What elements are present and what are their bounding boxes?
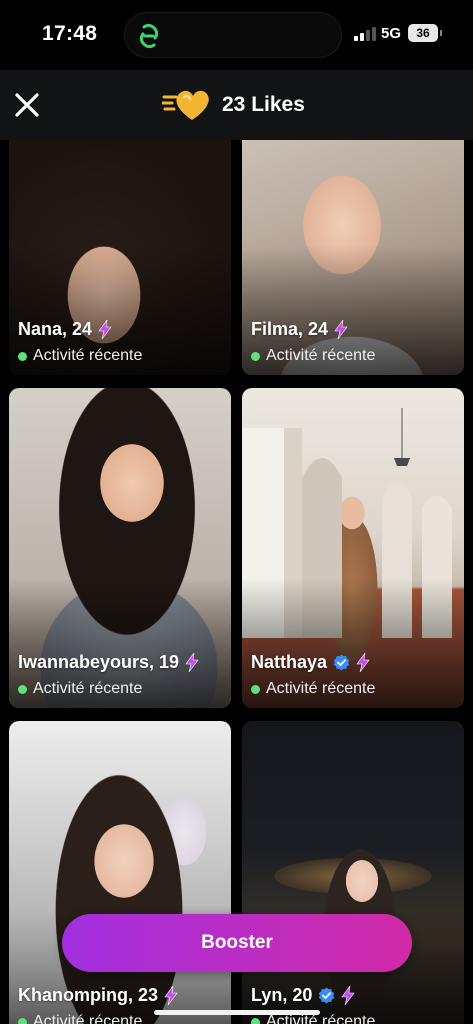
verified-badge-icon [333,654,350,671]
booster-button[interactable]: Booster [62,914,412,972]
profile-name: Natthaya [251,652,328,672]
profile-name: Khanomping, 23 [18,985,159,1005]
activity-status: Activité récente [33,680,143,697]
online-dot-icon [18,351,27,361]
lightning-icon [185,653,199,672]
network-label: 5G [381,25,402,42]
battery-icon: 36 [408,24,442,42]
likes-grid: Nana, 24 Activité récente Filma, 24 Acti… [0,140,473,1024]
likes-count-title: 23 Likes [222,93,305,116]
profile-info: Nana, 24 Activité récente [18,319,223,365]
online-dot-icon [18,684,27,694]
dynamic-island [124,12,342,58]
profile-name: Iwannabeyours, 19 [18,652,180,672]
linked-rings-icon [139,23,159,49]
online-dot-icon [251,684,260,694]
header: 23 Likes [0,70,473,140]
verified-badge-icon [319,987,335,1004]
profile-info: Natthaya Activité récente [251,652,456,698]
profile-card[interactable]: Khanomping, 23 Activité récente [9,721,231,1024]
profile-card[interactable]: Lyn, 20 Activité récente [242,721,464,1024]
activity-status: Activité récente [266,347,376,364]
profile-info: Filma, 24 Activité récente [251,319,456,365]
profile-info: Iwannabeyours, 19 Activité récente [18,652,223,698]
online-dot-icon [251,1017,260,1024]
lightning-icon [164,986,178,1005]
profile-info: Lyn, 20 Activité récente [251,985,456,1024]
activity-status: Activité récente [33,1013,143,1024]
lightning-icon [334,320,348,339]
status-bar: 17:48 5G 36 [0,0,473,70]
close-icon[interactable] [10,88,44,122]
activity-status: Activité récente [33,347,143,364]
lightning-icon [356,653,370,672]
online-dot-icon [18,1017,27,1024]
activity-status: Activité récente [266,680,376,697]
profile-name: Nana, 24 [18,319,93,339]
signal-icon [354,27,376,41]
profile-card[interactable]: Filma, 24 Activité récente [242,140,464,375]
status-time: 17:48 [42,22,98,45]
profile-name: Lyn, 20 [251,985,313,1005]
page-title: 23 Likes [162,87,305,123]
online-dot-icon [251,351,260,361]
profile-name: Filma, 24 [251,319,329,339]
profile-card[interactable]: Nana, 24 Activité récente [9,140,231,375]
home-indicator [154,1010,320,1015]
gold-heart-icon [162,90,209,120]
lightning-icon [98,320,112,339]
profile-card[interactable]: Natthaya Activité récente [242,388,464,708]
profile-card[interactable]: Iwannabeyours, 19 Activité récente [9,388,231,708]
profile-info: Khanomping, 23 Activité récente [18,985,223,1024]
lightning-icon [341,986,355,1005]
